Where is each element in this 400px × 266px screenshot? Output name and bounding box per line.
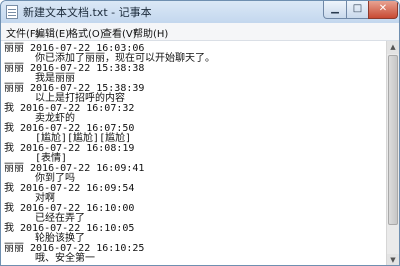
title-bar[interactable]: 新建文本文档.txt - 记事本 ▁ □ ✕	[1, 1, 399, 23]
minimize-button[interactable]: ▁	[323, 1, 347, 19]
menu-edit[interactable]: 编辑(E)	[35, 25, 69, 40]
text-editor[interactable]: 丽丽 2016-07-22 16:03:06 你已添加了丽丽，现在可以开始聊天了…	[1, 41, 386, 265]
scroll-up-button[interactable]: ▲	[387, 41, 399, 54]
sender-line: 我 2016-07-22 16:08:19	[4, 143, 135, 154]
menu-bar: 文件(F) 编辑(E) 格式(O) 查看(V) 帮助(H)	[1, 23, 399, 41]
menu-format[interactable]: 格式(O)	[68, 25, 104, 40]
notepad-app-icon	[6, 5, 18, 19]
maximize-button[interactable]: □	[346, 1, 369, 19]
window-title: 新建文本文档.txt - 记事本	[23, 6, 152, 19]
message-line: 哦、安全第一	[35, 253, 95, 264]
menu-view[interactable]: 查看(V)	[102, 25, 137, 40]
scroll-thumb[interactable]	[388, 55, 398, 225]
scroll-down-button[interactable]: ▼	[387, 254, 399, 265]
notepad-window: 新建文本文档.txt - 记事本 ▁ □ ✕ 文件(F) 编辑(E) 格式(O)…	[0, 0, 400, 266]
sender-line: 我 2016-07-22 16:09:54	[4, 183, 135, 194]
vertical-scrollbar[interactable]: ▲ ▼	[386, 41, 399, 265]
menu-help[interactable]: 帮助(H)	[133, 25, 168, 40]
close-button[interactable]: ✕	[368, 1, 398, 19]
